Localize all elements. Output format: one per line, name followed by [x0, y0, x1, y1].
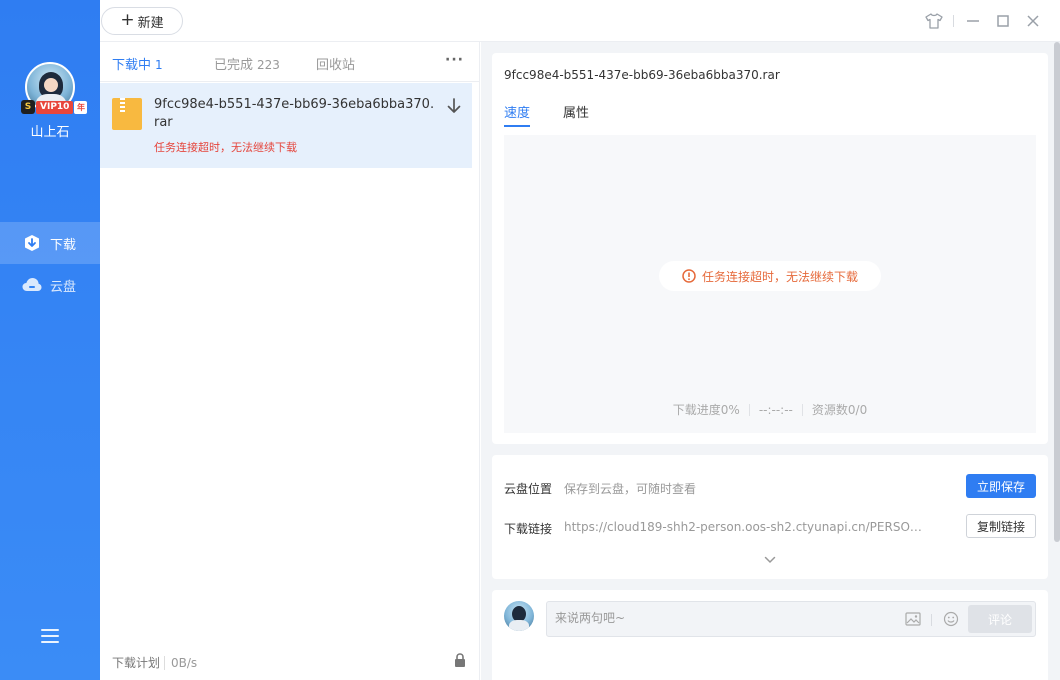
task-name: 9fcc98e4-b551-437e-bb69-36eba6bba370.rar — [154, 97, 435, 130]
task-error: 任务连接超时，无法继续下载 — [154, 141, 297, 154]
new-task-button[interactable]: + 新建 — [101, 7, 183, 35]
tab-speed[interactable]: 速度 — [504, 102, 531, 127]
detail-area: 9fcc98e4-b551-437e-bb69-36eba6bba370.rar… — [481, 42, 1060, 680]
error-message: 任务连接超时，无法继续下载 — [659, 261, 881, 291]
maximize-icon[interactable] — [988, 9, 1018, 33]
detail-file-name: 9fcc98e4-b551-437e-bb69-36eba6bba370.rar — [504, 68, 780, 82]
download-icon — [22, 233, 42, 253]
comment-avatar — [504, 601, 534, 631]
more-options-icon[interactable]: ··· — [445, 52, 464, 68]
sidebar: S VIP10 年 山上石 下载 云盘 — [0, 0, 100, 680]
download-stats: 下载进度0% --:--:-- 资源数0/0 — [504, 404, 1036, 416]
sidebar-item-label: 下载 — [50, 237, 77, 253]
download-link-label: 下载链接 — [504, 522, 553, 536]
cloud-card: 云盘位置 保存到云盘，可随时查看 立即保存 下载链接 https://cloud… — [492, 455, 1048, 579]
tab-recycle[interactable]: 回收站 — [316, 54, 355, 73]
comment-send-button[interactable]: 评论 — [968, 605, 1032, 633]
cloud-location-label: 云盘位置 — [504, 482, 553, 496]
vip-badge[interactable]: S VIP10 年 — [21, 100, 88, 114]
download-plan[interactable]: 下载计划 0B/s — [112, 654, 198, 671]
top-bar: + 新建 — [100, 0, 1060, 42]
comment-card: 评论 — [492, 590, 1048, 680]
sidebar-item-download[interactable]: 下载 — [0, 222, 100, 264]
tab-completed[interactable]: 已完成 223 — [214, 54, 280, 73]
tab-attributes[interactable]: 属性 — [563, 102, 589, 121]
vip-level: VIP10 — [36, 100, 74, 114]
warning-icon — [682, 269, 696, 283]
source-count: 资源数0/0 — [801, 404, 876, 416]
download-plan-label: 下载计划 — [112, 656, 161, 670]
cloud-location-value: 保存到云盘，可随时查看 — [564, 482, 697, 496]
tab-downloading[interactable]: 下载中 1 — [112, 54, 163, 86]
username: 山上石 — [30, 125, 70, 140]
list-item[interactable]: 9fcc98e4-b551-437e-bb69-36eba6bba370.rar… — [100, 83, 472, 168]
tab-count: 1 — [155, 58, 163, 72]
error-text: 任务连接超时，无法继续下载 — [701, 269, 858, 284]
comment-input[interactable] — [555, 611, 885, 625]
cloud-icon — [22, 275, 42, 295]
download-speed: 0B/s — [164, 656, 198, 670]
scrollbar[interactable] — [1054, 42, 1060, 542]
plus-icon: + — [120, 9, 135, 30]
download-link-value[interactable]: https://cloud189-shh2-person.oos-sh2.cty… — [564, 520, 930, 534]
speed-chart-area: 任务连接超时，无法继续下载 下载进度0% --:--:-- 资源数0/0 — [504, 135, 1036, 433]
skin-icon[interactable] — [919, 9, 949, 33]
download-progress: 下载进度0% — [672, 403, 740, 417]
vip-s-mark: S — [21, 100, 35, 114]
tab-label: 回收站 — [316, 58, 356, 73]
task-list-panel: 下载中 1 已完成 223 回收站 ··· 9fcc98e4-b551-437e-b… — [100, 42, 480, 680]
list-footer: 下载计划 0B/s — [100, 642, 480, 680]
lock-icon[interactable] — [454, 653, 466, 667]
minimize-icon[interactable] — [958, 9, 988, 33]
emoji-icon[interactable] — [943, 611, 959, 627]
copy-link-button[interactable]: 复制链接 — [966, 514, 1036, 538]
tab-label: 下载中 — [112, 58, 152, 73]
save-to-cloud-button[interactable]: 立即保存 — [966, 474, 1036, 498]
vip-year: 年 — [74, 100, 88, 114]
image-icon[interactable] — [905, 612, 921, 626]
remaining-time: --:--:-- — [748, 404, 802, 416]
sidebar-item-label: 云盘 — [50, 279, 77, 295]
comment-box: 评论 — [546, 601, 1036, 637]
menu-icon[interactable] — [41, 629, 59, 645]
tab-count: 223 — [257, 58, 280, 72]
archive-file-icon — [112, 98, 142, 130]
new-task-label: 新建 — [137, 15, 164, 31]
sidebar-item-cloud[interactable]: 云盘 — [0, 264, 100, 306]
detail-card: 9fcc98e4-b551-437e-bb69-36eba6bba370.rar… — [492, 53, 1048, 444]
download-arrow-icon[interactable] — [446, 97, 462, 115]
chevron-down-icon[interactable] — [764, 553, 776, 564]
tab-label: 已完成 — [214, 58, 254, 73]
close-icon[interactable] — [1018, 9, 1048, 33]
window-controls — [919, 9, 1048, 33]
task-tabs: 下载中 1 已完成 223 回收站 ··· — [100, 42, 480, 86]
